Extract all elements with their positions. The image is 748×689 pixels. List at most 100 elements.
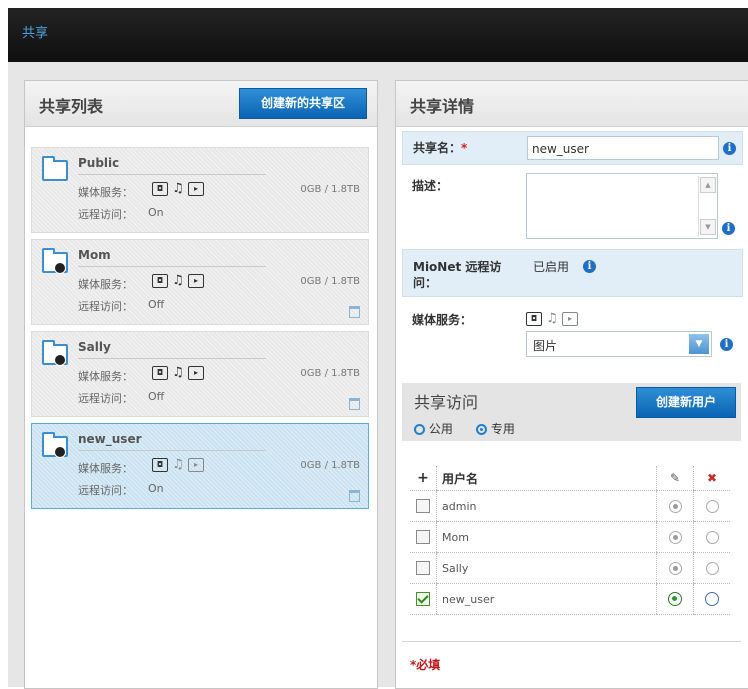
share-detail-title: 共享详情 [410, 97, 475, 116]
media-label: 媒体服务： [78, 462, 133, 475]
media-label: 媒体服务： [78, 278, 133, 291]
lock-icon [54, 446, 66, 458]
private-option[interactable]: 专用 [476, 420, 515, 437]
remote-value: On [148, 482, 164, 495]
create-share-button[interactable]: 创建新的共享区 [239, 88, 367, 119]
media-service-label: 媒体服务： [412, 313, 473, 327]
deny-radio[interactable] [705, 592, 719, 606]
username-cell: admin [436, 490, 657, 522]
remote-value: On [148, 206, 164, 219]
media-type-value: 图片 [533, 339, 558, 353]
media-icons: ◘ ♫ ▸ [152, 457, 207, 472]
deny-radio[interactable] [705, 530, 719, 544]
user-checkbox[interactable] [416, 561, 430, 575]
write-radio[interactable] [668, 530, 682, 544]
remote-label: 远程访问： [78, 208, 133, 221]
share-list-title: 共享列表 [39, 97, 104, 116]
add-column[interactable]: + [410, 466, 437, 491]
media-icons: ◘ ♫ ▸ [152, 273, 207, 288]
user-checkbox[interactable] [416, 530, 430, 544]
media-label: 媒体服务： [78, 370, 133, 383]
share-item-name: Public [78, 156, 120, 170]
share-size: 0GB / 1.8TB [300, 276, 360, 287]
lock-icon [54, 354, 66, 366]
folder-icon [42, 156, 68, 181]
share-item-new-user[interactable]: new_user 媒体服务： ◘ ♫ ▸ 0GB / 1.8TB 远程访问： On [31, 423, 369, 509]
video-icon: ▸ [188, 273, 204, 288]
media-label: 媒体服务： [78, 186, 133, 199]
share-name-row: 共享名：* new_user i [402, 131, 743, 165]
chevron-down-icon[interactable]: ▼ [689, 334, 709, 354]
trash-icon[interactable] [349, 306, 360, 318]
deny-radio[interactable] [705, 499, 719, 513]
share-access-header: 共享访问 创建新用户 公用 专用 [402, 383, 741, 441]
delete-x-icon: ✖ [693, 466, 730, 491]
share-list-panel: 共享列表 创建新的共享区 Public 媒体服务： ◘ ♫ ▸ 0GB / 1.8T… [24, 80, 378, 689]
deny-radio[interactable] [705, 561, 719, 575]
username-cell: new_user [436, 583, 657, 615]
write-radio[interactable] [668, 499, 682, 513]
video-icon: ▸ [188, 365, 204, 380]
video-icon: ▸ [188, 457, 204, 472]
music-icon: ♫ [172, 272, 184, 288]
scrollbar[interactable]: ▲ ▼ [698, 176, 716, 236]
username-header: 用户名 [436, 466, 657, 491]
top-bar: 共享 [8, 8, 748, 62]
mionet-label-2: 问： [413, 276, 438, 290]
remote-value: Off [148, 390, 165, 403]
photo-icon[interactable]: ◘ [526, 311, 542, 326]
table-row: new_user [410, 583, 730, 615]
share-access-title: 共享访问 [414, 393, 479, 412]
public-option[interactable]: 公用 [414, 420, 453, 437]
mionet-status: 已启用 [533, 260, 570, 274]
write-radio[interactable] [668, 561, 682, 575]
public-radio[interactable] [414, 424, 425, 435]
trash-icon[interactable] [349, 398, 360, 410]
app-title[interactable]: 共享 [22, 22, 48, 41]
info-icon[interactable]: i [723, 142, 736, 155]
remote-label: 远程访问： [78, 392, 133, 405]
table-row: Mom [410, 521, 730, 553]
music-icon: ♫ [172, 364, 184, 380]
share-list-header: 共享列表 创建新的共享区 [25, 81, 377, 127]
description-textarea[interactable]: ▲ ▼ [526, 173, 718, 239]
user-checkbox[interactable] [416, 592, 430, 606]
scroll-up-icon[interactable]: ▲ [700, 177, 716, 193]
table-row: admin [410, 490, 730, 522]
photo-icon: ◘ [152, 181, 168, 196]
table-row: Sally [410, 552, 730, 584]
lock-icon [54, 262, 66, 274]
trash-icon[interactable] [349, 490, 360, 502]
video-icon[interactable]: ▸ [562, 311, 578, 326]
info-icon[interactable]: i [583, 260, 596, 273]
info-icon[interactable]: i [720, 338, 733, 351]
user-access-table: + 用户名 ✎ ✖ admin Mom Sally new_user [410, 466, 730, 615]
share-size: 0GB / 1.8TB [300, 460, 360, 471]
divider [402, 641, 741, 642]
write-radio[interactable] [668, 592, 682, 606]
share-item-mom[interactable]: Mom 媒体服务： ◘ ♫ ▸ 0GB / 1.8TB 远程访问： Off [31, 239, 369, 325]
music-icon[interactable]: ♫ [545, 312, 559, 325]
private-radio[interactable] [476, 424, 487, 435]
music-icon: ♫ [172, 180, 184, 196]
photo-icon: ◘ [152, 457, 168, 472]
share-name-input[interactable]: new_user [527, 136, 719, 160]
create-user-button[interactable]: 创建新用户 [636, 387, 736, 418]
share-detail-panel: 共享详情 共享名：* new_user i 描述： ▲ ▼ i MioNet 远… [395, 80, 748, 689]
share-item-public[interactable]: Public 媒体服务： ◘ ♫ ▸ 0GB / 1.8TB 远程访问： On [31, 147, 369, 233]
divider [78, 358, 266, 359]
user-checkbox[interactable] [416, 499, 430, 513]
scroll-down-icon[interactable]: ▼ [700, 219, 716, 235]
share-item-sally[interactable]: Sally 媒体服务： ◘ ♫ ▸ 0GB / 1.8TB 远程访问： Off [31, 331, 369, 417]
info-icon[interactable]: i [722, 222, 735, 235]
music-icon: ♫ [172, 456, 184, 472]
media-icons: ◘ ♫ ▸ [152, 181, 207, 196]
required-note: *必填 [410, 658, 441, 672]
mionet-label-1: MioNet 远程访 [413, 260, 502, 274]
media-service-icons: ◘ ♫ ▸ [526, 311, 581, 326]
share-item-name: Mom [78, 248, 111, 262]
remote-label: 远程访问： [78, 484, 133, 497]
media-type-select[interactable]: 图片 ▼ [526, 331, 712, 357]
public-label: 公用 [428, 422, 453, 436]
username-cell: Mom [436, 521, 657, 553]
